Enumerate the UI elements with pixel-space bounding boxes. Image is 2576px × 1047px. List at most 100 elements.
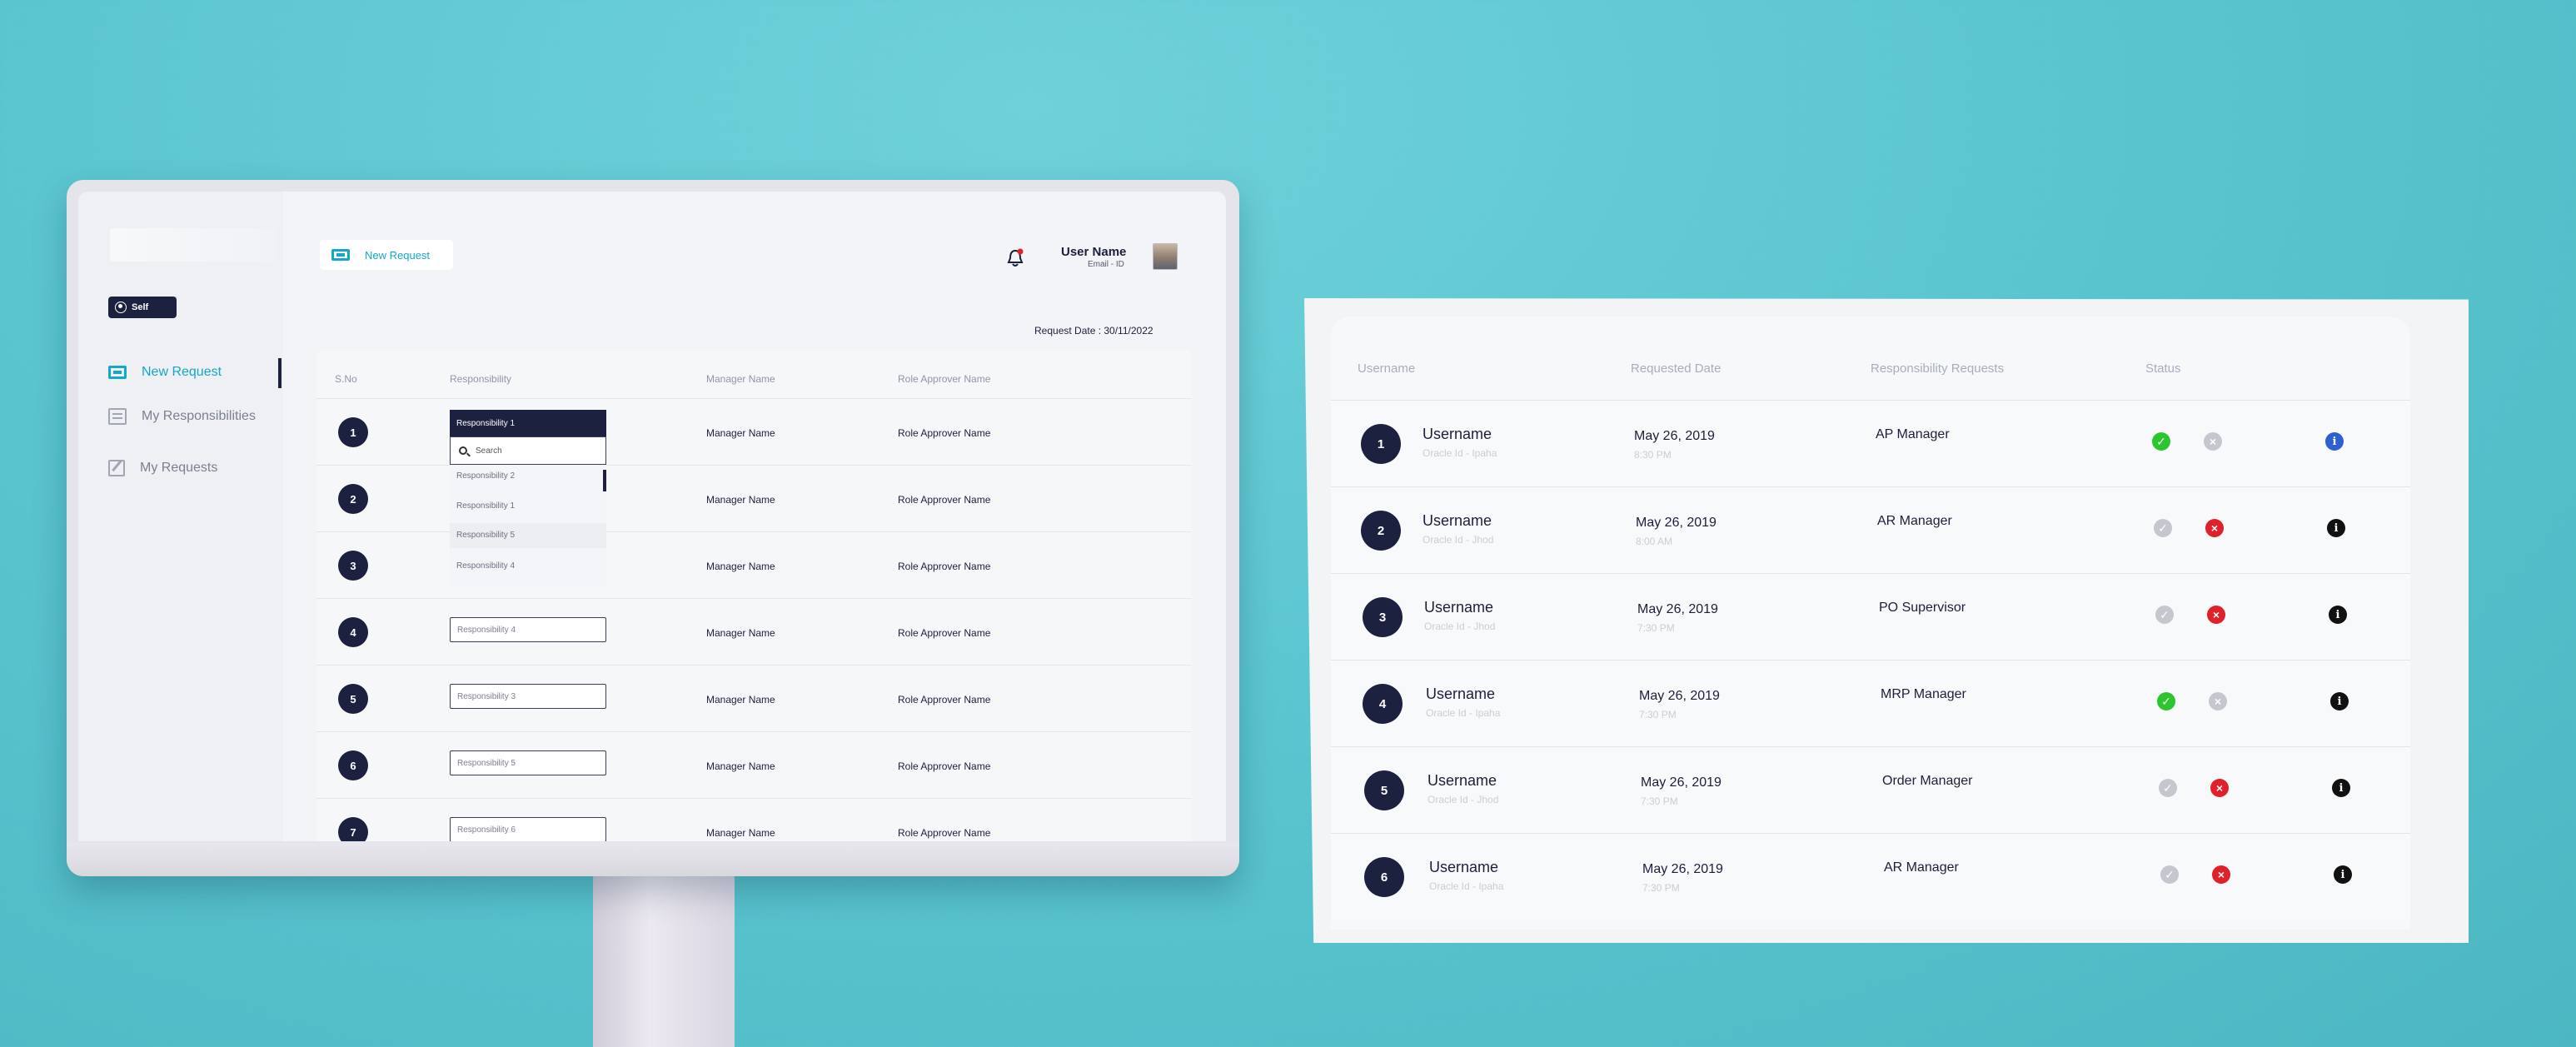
table-row[interactable]: 4 Username Oracle Id - Ipaha May 26, 201… — [1331, 660, 2410, 746]
column-header-approver: Role Approver Name — [898, 373, 991, 385]
row-number: 6 — [1364, 857, 1404, 897]
monitor-chin — [67, 843, 1239, 876]
row-number: 1 — [338, 417, 368, 447]
responsibility-request: AP Manager — [1876, 427, 1950, 441]
table-row[interactable]: 3 Username Oracle Id - Jhod May 26, 2019… — [1331, 573, 2410, 660]
table-row[interactable]: 5 Username Oracle Id - Jhod May 26, 2019… — [1331, 746, 2410, 833]
requested-date: May 26, 2019 — [1637, 602, 1718, 616]
approved-check-icon[interactable]: ✓ — [2157, 692, 2175, 710]
table-row: 2 Manager Name Role Approver Name — [316, 465, 1191, 531]
row-number: 4 — [1363, 684, 1403, 724]
dropdown-option[interactable]: Responsibility 5 — [450, 523, 606, 548]
approve-check-icon[interactable]: ✓ — [2154, 519, 2172, 537]
responsibility-select[interactable]: Responsibility 5 — [450, 750, 606, 775]
responsibility-select[interactable]: Responsibility 4 — [450, 617, 606, 642]
self-badge-label: Self — [132, 302, 149, 312]
row-number: 1 — [1361, 424, 1401, 464]
table-row: 3 Manager Name Role Approver Name — [316, 531, 1191, 598]
responsibility-select[interactable]: Responsibility 3 — [450, 684, 606, 709]
table-row[interactable]: 6 Username Oracle Id - Ipaha May 26, 201… — [1331, 833, 2410, 920]
requested-date: May 26, 2019 — [1636, 516, 1717, 530]
info-icon[interactable]: i — [2334, 865, 2352, 884]
rejected-x-icon[interactable]: × — [2207, 606, 2225, 624]
reject-x-icon[interactable]: × — [2204, 432, 2222, 451]
monitor-screen: Self New Request My Responsibilities My … — [78, 192, 1226, 841]
approve-check-icon[interactable]: ✓ — [2155, 606, 2174, 624]
responsibility-request: MRP Manager — [1881, 687, 1966, 701]
approver-name: Role Approver Name — [898, 427, 991, 439]
request-table: S.No Responsibility Manager Name Role Ap… — [316, 350, 1191, 841]
approved-check-icon[interactable]: ✓ — [2152, 432, 2170, 451]
info-icon[interactable]: i — [2329, 606, 2347, 624]
dropdown-scrollbar[interactable] — [603, 470, 606, 491]
info-icon[interactable]: i — [2325, 432, 2344, 451]
requested-date: May 26, 2019 — [1639, 689, 1720, 703]
row-number: 2 — [338, 484, 368, 514]
username: Username — [1423, 426, 1492, 442]
column-header-sno: S.No — [335, 373, 357, 385]
dropdown-option[interactable]: Responsibility 4 — [456, 561, 515, 571]
info-icon[interactable]: i — [2332, 779, 2350, 797]
column-header-responsibility-requests: Responsibility Requests — [1871, 361, 2005, 376]
username: Username — [1429, 859, 1499, 875]
username: Username — [1424, 599, 1494, 616]
requested-time: 7:30 PM — [1642, 882, 1680, 894]
dropdown-list: Responsibility 2 Responsibility 1 Respon… — [450, 465, 606, 586]
notification-bell-icon[interactable] — [1006, 248, 1024, 268]
rejected-x-icon[interactable]: × — [2212, 865, 2230, 884]
sidebar-item-new-request[interactable]: New Request — [108, 365, 222, 380]
table-row[interactable]: 1 Username Oracle Id - Ipaha May 26, 201… — [1331, 400, 2410, 486]
row-number: 6 — [338, 750, 368, 780]
sidebar: Self New Request My Responsibilities My … — [78, 192, 283, 841]
requested-time: 7:30 PM — [1641, 795, 1678, 807]
sidebar-item-my-requests[interactable]: My Requests — [108, 460, 217, 476]
user-email: Email - ID — [1088, 260, 1124, 269]
manager-name: Manager Name — [706, 694, 775, 705]
dropdown-option[interactable]: Responsibility 1 — [456, 501, 515, 511]
approve-check-icon[interactable]: ✓ — [2160, 865, 2179, 884]
row-number: 5 — [338, 684, 368, 714]
column-header-username: Username — [1358, 361, 1416, 376]
responsibility-dropdown[interactable]: Responsibility 1 Search Responsibility 2… — [450, 410, 606, 586]
row-number: 5 — [1364, 770, 1404, 810]
manager-name: Manager Name — [706, 561, 775, 572]
info-icon[interactable]: i — [2327, 519, 2345, 537]
rejected-x-icon[interactable]: × — [2205, 519, 2224, 537]
avatar[interactable] — [1153, 243, 1178, 270]
approver-name: Role Approver Name — [898, 827, 991, 839]
requests-table: Username Requested Date Responsibility R… — [1331, 317, 2410, 930]
requested-time: 7:30 PM — [1639, 709, 1677, 720]
edit-icon — [108, 460, 125, 476]
username: Username — [1428, 772, 1497, 789]
column-header-responsibility: Responsibility — [450, 373, 512, 385]
rejected-x-icon[interactable]: × — [2210, 779, 2229, 797]
table-row[interactable]: 2 Username Oracle Id - Jhod May 26, 2019… — [1331, 486, 2410, 573]
chip-label: New Request — [365, 248, 431, 262]
sidebar-item-my-responsibilities[interactable]: My Responsibilities — [108, 408, 256, 425]
oracle-id: Oracle Id - Jhod — [1428, 794, 1499, 805]
dropdown-selected[interactable]: Responsibility 1 — [450, 410, 606, 436]
row-number: 7 — [338, 817, 368, 841]
requested-time: 8:00 AM — [1636, 536, 1673, 547]
new-request-chip[interactable]: New Request — [320, 240, 453, 270]
sidebar-item-label: My Requests — [140, 461, 218, 475]
approver-name: Role Approver Name — [898, 760, 991, 772]
manager-name: Manager Name — [706, 427, 775, 439]
responsibility-select[interactable]: Responsibility 6 — [450, 817, 606, 841]
manager-name: Manager Name — [706, 627, 775, 639]
dropdown-search-input[interactable]: Search — [450, 436, 606, 465]
self-badge[interactable]: Self — [108, 297, 177, 318]
monitor: Self New Request My Responsibilities My … — [67, 180, 1239, 876]
requests-panel: Username Requested Date Responsibility R… — [1304, 298, 2469, 943]
approver-name: Role Approver Name — [898, 494, 991, 506]
search-icon — [459, 446, 467, 455]
dropdown-option[interactable]: Responsibility 2 — [456, 471, 515, 481]
approve-check-icon[interactable]: ✓ — [2159, 779, 2177, 797]
oracle-id: Oracle Id - Ipaha — [1426, 707, 1501, 719]
manager-name: Manager Name — [706, 760, 775, 772]
info-icon[interactable]: i — [2330, 692, 2349, 710]
approver-name: Role Approver Name — [898, 627, 991, 639]
reject-x-icon[interactable]: × — [2209, 692, 2227, 710]
table-row: 5 Responsibility 3 Manager Name Role App… — [316, 665, 1191, 731]
requested-time: 8:30 PM — [1634, 449, 1672, 461]
